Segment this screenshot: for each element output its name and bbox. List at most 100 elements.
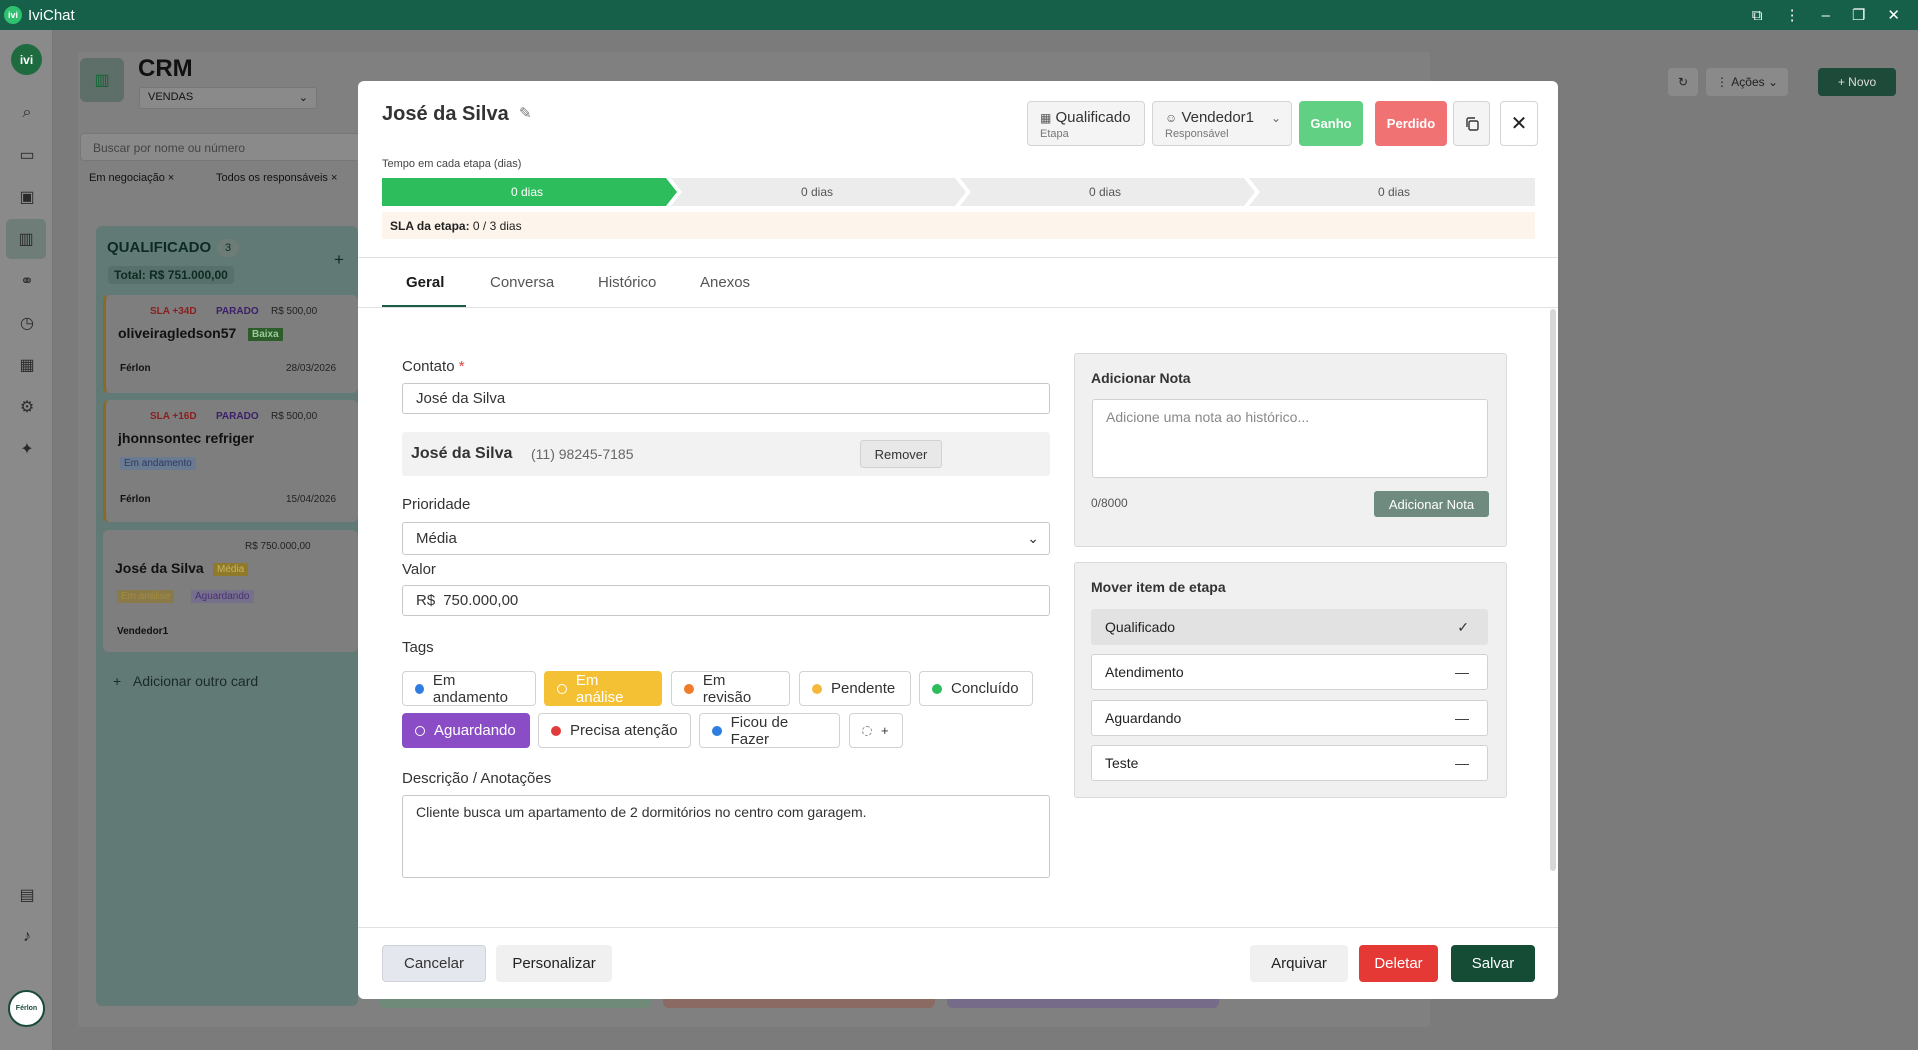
value-field[interactable]: R$ 750.000,00 (402, 585, 1050, 616)
contact-field[interactable]: José da Silva (402, 383, 1050, 414)
won-button[interactable]: Ganho (1299, 101, 1363, 146)
add-icon[interactable]: + (334, 250, 344, 270)
tab-geral[interactable]: Geral (406, 274, 444, 291)
company-logo[interactable]: Férlon (8, 990, 45, 1027)
calendar-icon[interactable]: ◷ (14, 310, 40, 336)
stage-button[interactable]: ▦ Qualificado Etapa (1027, 101, 1145, 146)
tag-pendente[interactable]: Pendente (799, 671, 911, 706)
check-icon: ✓ (1457, 618, 1469, 635)
new-button[interactable]: + Novo (1818, 68, 1896, 96)
tab-historico[interactable]: Histórico (598, 274, 656, 291)
move-stage-item[interactable]: Qualificado ✓ (1091, 609, 1488, 645)
tag-em-analise[interactable]: Em análise (544, 671, 662, 706)
move-stage-item[interactable]: Aguardando — (1091, 700, 1488, 736)
stage-segment: 0 dias (510, 185, 544, 199)
card-modal: José da Silva ✎ ▦ Qualificado Etapa ☺ Ve… (358, 81, 1558, 999)
divider (358, 927, 1558, 928)
cancel-button[interactable]: Cancelar (382, 945, 486, 982)
description-label: Descrição / Anotações (402, 770, 552, 787)
grid-icon: ▦ (1040, 111, 1052, 125)
delete-button[interactable]: Deletar (1359, 945, 1438, 982)
column-footer (947, 998, 1219, 1008)
column-footer (663, 998, 935, 1008)
flows-icon[interactable]: ⚭ (14, 268, 40, 294)
add-note-title: Adicionar Nota (1091, 370, 1191, 386)
stage-time-label: Tempo em cada etapa (dias) (382, 158, 522, 170)
schedule-icon[interactable]: ▦ (14, 352, 40, 378)
stage-progress: 0 dias 0 dias 0 dias 0 dias (382, 178, 1535, 206)
maximize-icon[interactable]: ❐ (1852, 6, 1865, 24)
edit-icon[interactable]: ✎ (519, 104, 532, 122)
refresh-icon[interactable]: ↻ (1668, 68, 1698, 96)
tag-aguardando[interactable]: Aguardando (402, 713, 530, 748)
contact-label: Contato * (402, 358, 465, 375)
app-logo: ivi (4, 6, 22, 24)
duplicate-button[interactable] (1453, 101, 1490, 146)
note-textarea[interactable]: Adicione uma nota ao histórico... (1092, 399, 1488, 478)
messages-icon[interactable]: ▤ (14, 882, 40, 908)
modal-title: José da Silva (382, 103, 509, 125)
save-button[interactable]: Salvar (1451, 945, 1535, 982)
tags-label: Tags (402, 639, 434, 656)
chevron-down-icon: ⌄ (1027, 530, 1039, 546)
contacts-icon[interactable]: ▣ (14, 184, 40, 210)
tag-concluido[interactable]: Concluído (919, 671, 1033, 706)
crm-icon[interactable]: ▥ (6, 219, 46, 259)
sidebar: ivi ⌕ ▭ ▣ ▥ ⚭ ◷ ▦ ⚙ ✦ ▤ ♪ Férlon (0, 30, 53, 1050)
add-card-button[interactable]: + Adicionar outro card (113, 673, 258, 689)
actions-button[interactable]: ⋮ Ações ⌄ (1706, 68, 1788, 96)
priority-select[interactable]: Média ⌄ (402, 522, 1050, 555)
value-label: Valor (402, 561, 436, 578)
lost-button[interactable]: Perdido (1375, 101, 1447, 146)
move-stage-item[interactable]: Teste — (1091, 745, 1488, 781)
integrations-icon[interactable]: ⚙ (14, 394, 40, 420)
column-footer (379, 998, 651, 1008)
minus-icon: — (1455, 664, 1469, 680)
kebab-menu-icon[interactable]: ⋮ (1785, 6, 1800, 24)
kanban-card[interactable]: SLA +34D PARADO R$ 500,00 oliveiragledso… (103, 295, 358, 393)
note-char-count: 0/8000 (1091, 496, 1128, 510)
selected-contact: José da Silva (11) 98245-7185 Remover (402, 432, 1050, 476)
owner-button[interactable]: ☺ Vendedor1 Responsável ⌄ (1152, 101, 1292, 146)
minus-icon: — (1455, 710, 1469, 726)
bell-icon[interactable]: ♪ (14, 924, 40, 950)
tab-conversa[interactable]: Conversa (490, 274, 554, 291)
add-note-button[interactable]: Adicionar Nota (1374, 491, 1489, 517)
filter-chip[interactable]: Todos os responsáveis × (216, 172, 337, 184)
stage-segment: 0 dias (1088, 185, 1122, 199)
pipeline-select[interactable]: VENDAS ⌄ (139, 87, 317, 109)
column-count: 3 (217, 239, 239, 257)
archive-button[interactable]: Arquivar (1250, 945, 1348, 982)
close-icon: ✕ (1510, 113, 1528, 135)
description-textarea[interactable]: Cliente busca um apartamento de 2 dormit… (402, 795, 1050, 878)
close-modal-button[interactable]: ✕ (1500, 101, 1538, 146)
remove-contact-button[interactable]: Remover (860, 440, 942, 468)
kanban-card[interactable]: SLA +16D PARADO R$ 500,00 jhonnsontec re… (103, 400, 358, 522)
divider (358, 257, 1558, 258)
move-stage-item[interactable]: Atendimento — (1091, 654, 1488, 690)
filter-chip[interactable]: Em negociação × (89, 172, 174, 184)
customize-button[interactable]: Personalizar (496, 945, 612, 982)
close-window-icon[interactable]: ✕ (1887, 6, 1900, 24)
add-tag-button[interactable]: + (849, 713, 903, 748)
tag-ficou-de-fazer[interactable]: Ficou de Fazer (699, 713, 840, 748)
search-icon[interactable]: ⌕ (14, 100, 40, 126)
chevron-down-icon: ⌄ (1270, 111, 1281, 125)
column-title: QUALIFICADO (107, 239, 212, 256)
stage-segment: 0 dias (1377, 185, 1411, 199)
ai-icon[interactable]: ✦ (14, 436, 40, 462)
tag-em-andamento[interactable]: Em andamento (402, 671, 536, 706)
tag-precisa-atencao[interactable]: Precisa atenção (538, 713, 691, 748)
kanban-card[interactable]: R$ 750.000,00 José da Silva Média Em aná… (103, 530, 358, 652)
chat-icon[interactable]: ▭ (14, 142, 40, 168)
minimize-icon[interactable]: – (1822, 7, 1830, 24)
search-input[interactable]: Buscar por nome ou número (80, 133, 360, 161)
avatar[interactable]: ivi (11, 44, 42, 75)
scrollbar[interactable] (1550, 309, 1556, 871)
move-stage-title: Mover item de etapa (1091, 579, 1226, 595)
tab-anexos[interactable]: Anexos (700, 274, 750, 291)
tag-em-revisao[interactable]: Em revisão (671, 671, 790, 706)
extensions-icon[interactable]: ⧉ (1752, 7, 1763, 24)
stage-segment: 0 dias (800, 185, 834, 199)
app-title: IviChat (28, 6, 75, 24)
